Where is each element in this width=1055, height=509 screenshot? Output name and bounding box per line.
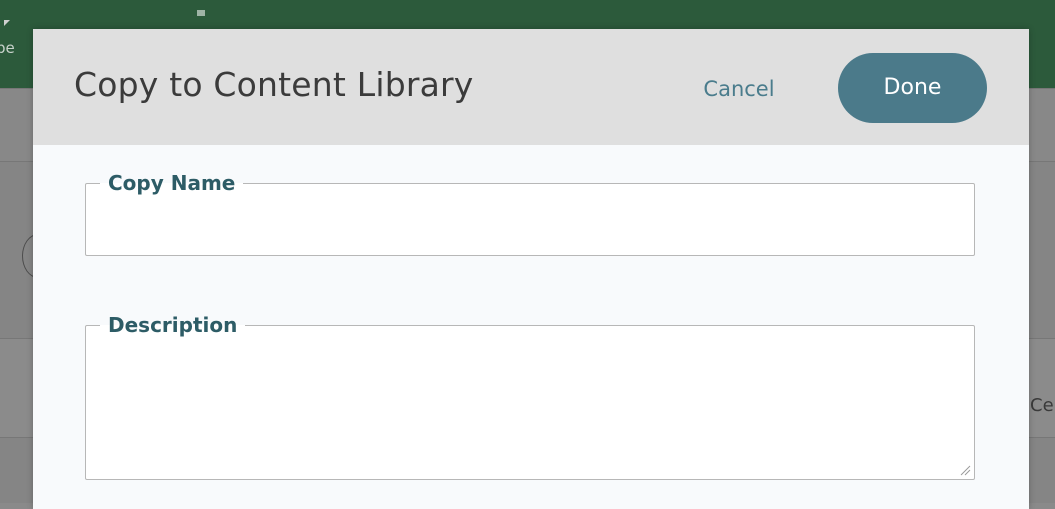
header-indicator	[197, 10, 205, 16]
description-textarea[interactable]	[96, 351, 964, 475]
copy-name-fieldset: Copy Name	[85, 171, 975, 257]
description-fieldset: Description	[85, 315, 975, 480]
dialog-header: Copy to Content Library Cancel Done	[33, 29, 1029, 145]
dialog-title: Copy to Content Library	[74, 65, 474, 104]
description-label: Description	[108, 313, 238, 337]
copy-to-library-dialog: Copy to Content Library Cancel Done Copy…	[33, 29, 1029, 509]
copy-name-input[interactable]	[96, 217, 964, 257]
flag-icon	[4, 20, 10, 26]
done-button[interactable]: Done	[838, 53, 987, 123]
copy-name-label: Copy Name	[108, 171, 236, 195]
background-text: Ce	[1030, 395, 1054, 416]
resize-grip-icon[interactable]	[959, 464, 971, 476]
app-header-text: pe	[0, 39, 15, 57]
cancel-button[interactable]: Cancel	[683, 69, 795, 109]
